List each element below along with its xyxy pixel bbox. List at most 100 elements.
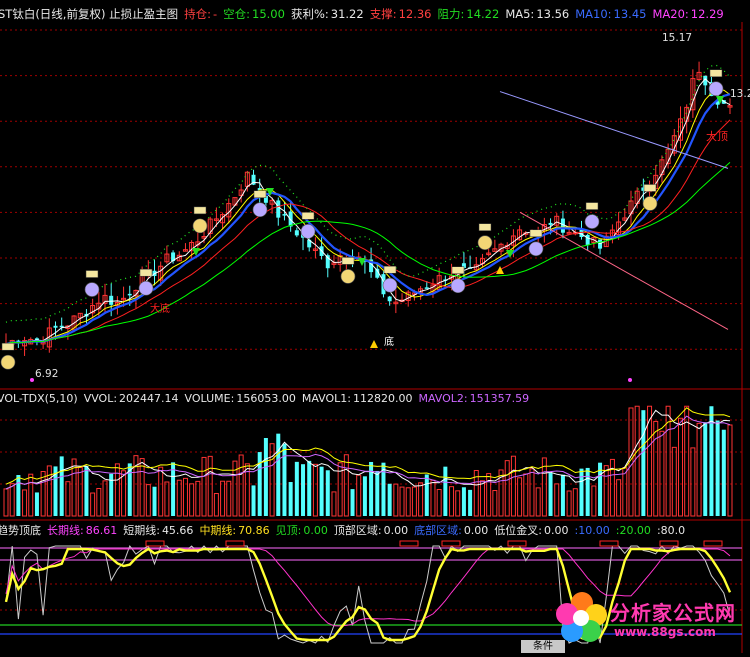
volume-bar-down: [350, 489, 355, 516]
resistance-line: [499, 91, 729, 169]
volume-bar-down: [468, 489, 473, 516]
signal-face-icon: [192, 218, 208, 234]
top-zone-marker: [703, 540, 723, 547]
volume-bar-up: [449, 486, 455, 517]
high-price-label: 15.17: [662, 32, 693, 44]
signal-face-icon: [138, 280, 154, 296]
volume-bar-down: [443, 466, 448, 516]
top-zone-marker: [145, 540, 165, 547]
signal-flag-icon: [383, 265, 397, 274]
chart-stage: 底 大顶 大底 ST钛白(日线,前复权) 止损止盈主图 持仓: - 空仓: 15.00 获利%…: [0, 0, 750, 653]
volume-bar-up: [572, 488, 578, 517]
volume-bar-down: [263, 438, 268, 516]
volume-bar-down: [34, 492, 39, 516]
volume-bar-down: [301, 464, 306, 516]
volume-bar-up: [3, 488, 9, 517]
right-price-label: 13.2: [730, 88, 750, 100]
watermark-url: www.88gs.com: [614, 625, 716, 639]
hold-label: 持仓:: [184, 7, 211, 21]
signal-face-icon: [382, 277, 398, 293]
volume-bar-down: [282, 443, 287, 516]
volume-bar-up: [331, 491, 337, 517]
volume-bar-down: [152, 486, 157, 516]
signal-face-icon: [642, 196, 658, 211]
volume-bar-down: [251, 485, 256, 516]
up-arrow-icon: [496, 266, 504, 274]
candle-body-down: [294, 230, 299, 236]
volume-bar-up: [411, 486, 417, 517]
level-2: :20.00: [615, 524, 651, 537]
top-label: 见顶:: [275, 524, 302, 537]
candle-body-down: [109, 295, 114, 305]
signal-face-icon: [584, 214, 600, 229]
short-value: 45.66: [161, 524, 194, 537]
main-title: ST钛白(日线,前复权) 止损止盈主图: [0, 7, 179, 21]
volume-bar-up: [9, 483, 15, 517]
signal-flag-icon: [529, 229, 543, 238]
lowcross-label: 低位金叉:: [494, 524, 543, 537]
volume-header: VOL-TDX(5,10) VVOL: 202447.14 VOLUME: 156053…: [0, 391, 535, 407]
bottom-text: 底: [384, 335, 394, 348]
condition-button[interactable]: 条件: [521, 640, 565, 653]
volume-bar-down: [325, 470, 330, 516]
volume-bar-up: [145, 484, 151, 517]
mavol1-value: 112820.00: [352, 392, 413, 405]
volume-bar-down: [294, 461, 299, 516]
signal-face-icon: [528, 241, 544, 257]
volume-bar-up: [529, 468, 535, 517]
level-1: :10.00: [574, 524, 610, 537]
candle-body-down: [585, 234, 590, 245]
volume-bar-up: [554, 483, 560, 517]
ma10-label: MA10:: [575, 7, 612, 21]
empty-label: 空仓:: [223, 7, 251, 21]
signal-flag-icon: [253, 190, 267, 198]
volume-bar-up: [677, 417, 683, 517]
ma5-line: [5, 78, 731, 345]
signal-face-icon: [340, 269, 356, 284]
bottomzone-value: 0.00: [463, 524, 489, 537]
volume-bar-up: [727, 424, 733, 517]
volume-bar-down: [703, 422, 708, 516]
volume-bar-up: [40, 471, 46, 517]
volume-bar-down: [84, 465, 89, 516]
volume-bar-up: [269, 443, 275, 517]
volume-bar-up: [393, 483, 399, 517]
volume-bar-down: [641, 410, 646, 516]
bottomzone-label: 底部区域:: [414, 524, 462, 537]
top-zone-marker: [599, 540, 619, 547]
volume-bar-up: [22, 489, 28, 517]
main-header: ST钛白(日线,前复权) 止损止盈主图 持仓: - 空仓: 15.00 获利%: 31.22…: [0, 6, 730, 22]
signal-flag-icon: [709, 69, 723, 77]
volume-bar-up: [46, 465, 52, 517]
signal-face-icon: [708, 81, 724, 97]
volume-bar-up: [616, 479, 622, 517]
signal-flag-icon: [478, 223, 492, 231]
volume-bar-up: [418, 482, 424, 517]
top-value: 0.00: [303, 524, 328, 537]
volume-bar-up: [28, 473, 34, 517]
volume-bar-down: [59, 456, 64, 516]
signal-flag-icon: [193, 206, 207, 215]
top-zone-marker: [659, 540, 679, 547]
volume-bar-down: [721, 429, 726, 516]
long-label: 长期线:: [47, 524, 84, 537]
volume-bar-up: [455, 490, 461, 517]
volume-bar-up: [690, 447, 696, 517]
volume-bar-up: [671, 446, 677, 517]
volume-bar-up: [238, 454, 244, 517]
watermark-title: 分析家公式网: [610, 601, 736, 625]
stock-chart[interactable]: 底 大顶大底: [0, 0, 750, 653]
volume-bar-down: [461, 487, 466, 516]
volume-bar-up: [430, 479, 436, 517]
ma5-label: MA5:: [505, 7, 535, 21]
volume-bar-down: [548, 472, 553, 516]
low-price-label: 6.92: [35, 368, 59, 380]
volume-bar-up: [622, 467, 628, 517]
volume-bar-up: [510, 455, 516, 517]
volume-bar-up: [90, 492, 96, 517]
resist-label: 阻力:: [437, 7, 465, 21]
topzone-value: 0.00: [383, 524, 409, 537]
volume-bar-up: [121, 470, 127, 517]
volume-bar-up: [312, 463, 318, 517]
volume-bar-down: [288, 482, 293, 516]
